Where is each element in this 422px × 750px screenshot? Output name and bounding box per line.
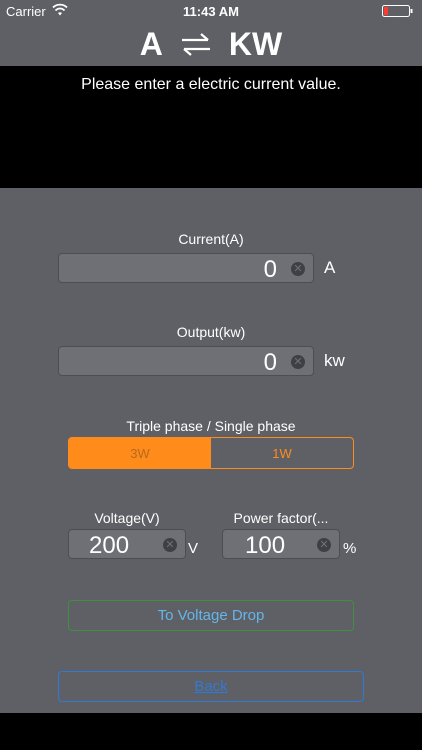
to-voltage-drop-button[interactable]: To Voltage Drop — [68, 600, 354, 631]
output-unit: kw — [324, 351, 345, 370]
title-bar: A KW — [0, 22, 422, 66]
power-factor-value: 100 — [245, 532, 286, 559]
voltage-label: Voltage(V) — [94, 510, 160, 526]
voltage-input[interactable]: 200 ✕ — [68, 529, 186, 559]
battery-icon — [382, 5, 413, 17]
segment-3w[interactable]: 3W — [69, 438, 211, 468]
current-label: Current(A) — [178, 231, 244, 247]
instruction-text: Please enter a electric current value. — [81, 76, 341, 93]
current-value: 0 — [263, 256, 277, 283]
voltage-value: 200 — [89, 532, 130, 559]
back-button[interactable]: Back — [58, 671, 364, 702]
clear-icon[interactable]: ✕ — [291, 355, 305, 369]
voltage-unit: V — [188, 540, 199, 557]
phase-selector[interactable]: 3W 1W — [68, 437, 354, 469]
power-factor-unit: % — [343, 540, 357, 557]
phase-label: Triple phase / Single phase — [126, 418, 296, 434]
swap-arrows-icon[interactable] — [179, 31, 213, 57]
power-factor-input[interactable]: 100 ✕ — [222, 529, 340, 559]
output-value: 0 — [263, 349, 277, 376]
footer-bar — [0, 713, 422, 750]
power-factor-label: Power factor(... — [233, 510, 329, 526]
output-input[interactable]: 0 ✕ — [58, 346, 314, 376]
current-input[interactable]: 0 ✕ — [58, 253, 314, 283]
status-bar: Carrier 11:43 AM — [0, 0, 422, 22]
clear-icon[interactable]: ✕ — [317, 538, 331, 552]
message-panel: Please enter a electric current value. — [0, 66, 422, 188]
unit-a-title: A — [139, 25, 163, 62]
clear-icon[interactable]: ✕ — [291, 262, 305, 276]
current-unit: A — [324, 258, 336, 277]
unit-kw-title: KW — [228, 25, 283, 62]
status-time: 11:43 AM — [183, 4, 239, 19]
output-label: Output(kw) — [176, 324, 246, 340]
segment-1w[interactable]: 1W — [211, 438, 353, 468]
clear-icon[interactable]: ✕ — [163, 538, 177, 552]
